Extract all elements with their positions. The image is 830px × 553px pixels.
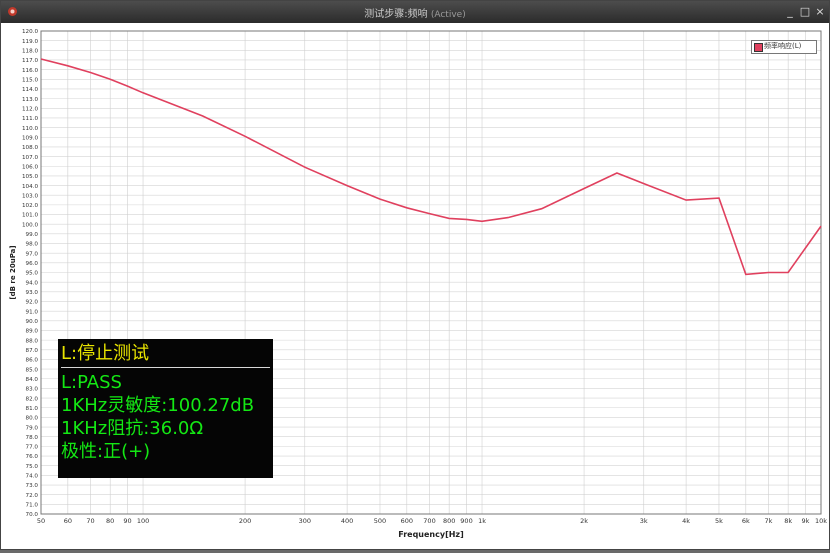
y-tick-label: 85.0 (26, 367, 39, 373)
y-tick-label: 110.0 (22, 126, 38, 132)
y-tick-label: 97.0 (26, 251, 39, 257)
y-tick-label: 106.0 (22, 164, 38, 170)
window-title: 测试步骤:频响 (Active) (1, 5, 829, 20)
x-tick-label: 5k (715, 517, 723, 525)
chart-legend: 频率响应(L) (751, 40, 817, 54)
x-tick-label: 90 (123, 517, 131, 525)
y-tick-label: 83.0 (26, 387, 39, 393)
x-tick-label: 6k (742, 517, 750, 525)
x-tick-label: 2k (580, 517, 588, 525)
close-button[interactable]: × (813, 4, 827, 19)
y-tick-label: 88.0 (26, 338, 39, 344)
y-tick-label: 73.0 (26, 483, 39, 489)
y-tick-label: 101.0 (22, 213, 38, 219)
y-tick-label: 72.0 (26, 493, 39, 499)
x-tick-label: 50 (37, 517, 45, 525)
y-tick-labels: 70.071.072.073.074.075.076.077.078.079.0… (22, 29, 38, 518)
y-tick-label: 89.0 (26, 329, 39, 335)
x-tick-label: 700 (423, 517, 435, 525)
frequency-response-curve (40, 58, 822, 276)
y-tick-label: 113.0 (22, 97, 38, 103)
y-tick-label: 105.0 (22, 174, 38, 180)
x-tick-label: 800 (443, 517, 455, 525)
y-tick-label: 82.0 (26, 396, 39, 402)
y-tick-label: 100.0 (22, 222, 38, 228)
x-tick-label: 100 (137, 517, 149, 525)
x-tick-label: 9k (802, 517, 810, 525)
y-tick-label: 91.0 (26, 309, 39, 315)
maximize-button[interactable]: □ (798, 4, 812, 19)
title-bar[interactable]: 测试步骤:频响 (Active) _ □ × (1, 1, 829, 23)
y-axis-label: [dB re 20uPa] (9, 245, 17, 299)
y-tick-label: 112.0 (22, 106, 38, 112)
y-tick-label: 103.0 (22, 193, 38, 199)
y-tick-label: 98.0 (26, 242, 39, 248)
x-tick-label: 70 (86, 517, 94, 525)
y-tick-label: 93.0 (26, 290, 39, 296)
sensitivity-readout: 1KHz灵敏度:100.27dB (61, 395, 255, 416)
test-status: L:停止测试 (61, 342, 270, 368)
legend-label: 频率响应(L) (764, 42, 802, 50)
y-tick-label: 74.0 (26, 474, 39, 480)
x-tick-label: 10k (815, 517, 827, 525)
y-tick-label: 77.0 (26, 445, 39, 451)
y-tick-label: 109.0 (22, 135, 38, 141)
x-tick-label: 8k (784, 517, 792, 525)
y-tick-label: 81.0 (26, 406, 39, 412)
x-tick-label: 600 (401, 517, 413, 525)
window-title-text: 测试步骤:频响 (364, 9, 428, 20)
y-tick-label: 117.0 (22, 58, 38, 64)
y-tick-label: 104.0 (22, 184, 38, 190)
y-tick-label: 86.0 (26, 358, 39, 364)
y-tick-label: 107.0 (22, 155, 38, 161)
y-tick-label: 90.0 (26, 319, 39, 325)
y-tick-label: 115.0 (22, 78, 38, 84)
pass-result: L:PASS (61, 372, 122, 393)
legend-swatch (754, 43, 763, 52)
impedance-readout: 1KHz阻抗:36.0Ω (61, 418, 204, 439)
y-tick-label: 94.0 (26, 280, 39, 286)
y-tick-label: 80.0 (26, 416, 39, 422)
y-tick-label: 87.0 (26, 348, 39, 354)
minimize-button[interactable]: _ (783, 4, 797, 19)
y-tick-label: 102.0 (22, 203, 38, 209)
x-tick-label: 80 (106, 517, 114, 525)
y-tick-label: 99.0 (26, 232, 39, 238)
y-tick-label: 79.0 (26, 425, 39, 431)
y-tick-label: 84.0 (26, 377, 39, 383)
x-tick-label: 3k (640, 517, 648, 525)
test-result-panel: L:停止测试 L:PASS 1KHz灵敏度:100.27dB 1KHz阻抗:36… (58, 339, 273, 478)
app-window: 测试步骤:频响 (Active) _ □ × 70.0 71.0 72.0 73.0 7… (0, 0, 830, 550)
y-tick-label: 111.0 (22, 116, 38, 122)
x-tick-label: 4k (682, 517, 690, 525)
x-tick-labels: 50 60 70 80 90 100 200 300 400 500 600 700 800 900 1k 2… (37, 517, 827, 525)
y-tick-label: 95.0 (26, 271, 39, 277)
plot-area: 70.0 71.0 72.0 73.0 74.0 75.0 76.0 77.0 78.0 79.0… (1, 23, 829, 549)
y-tick-label: 78.0 (26, 435, 39, 441)
y-tick-label: 108.0 (22, 145, 38, 151)
polarity-readout: 极性:正(+) (61, 441, 151, 462)
y-tick-label: 118.0 (22, 49, 38, 55)
x-tick-label: 500 (374, 517, 386, 525)
y-tick-label: 116.0 (22, 68, 38, 74)
x-tick-label: 200 (239, 517, 251, 525)
y-tick-label: 114.0 (22, 87, 38, 93)
y-tick-label: 119.0 (22, 39, 38, 45)
y-tick-label: 71.0 (26, 503, 39, 509)
x-tick-label: 7k (765, 517, 773, 525)
y-tick-label: 76.0 (26, 454, 39, 460)
y-tick-label: 120.0 (22, 29, 38, 35)
x-tick-label: 60 (64, 517, 72, 525)
y-tick-label: 96.0 (26, 261, 39, 267)
y-tick-label: 92.0 (26, 300, 39, 306)
x-tick-label: 400 (341, 517, 353, 525)
x-tick-label: 300 (299, 517, 311, 525)
y-tick-label: 75.0 (26, 464, 39, 470)
x-tick-label: 1k (478, 517, 486, 525)
window-title-status: (Active) (430, 10, 466, 20)
x-axis-label: Frequency[Hz] (398, 530, 464, 539)
x-tick-label: 900 (460, 517, 472, 525)
